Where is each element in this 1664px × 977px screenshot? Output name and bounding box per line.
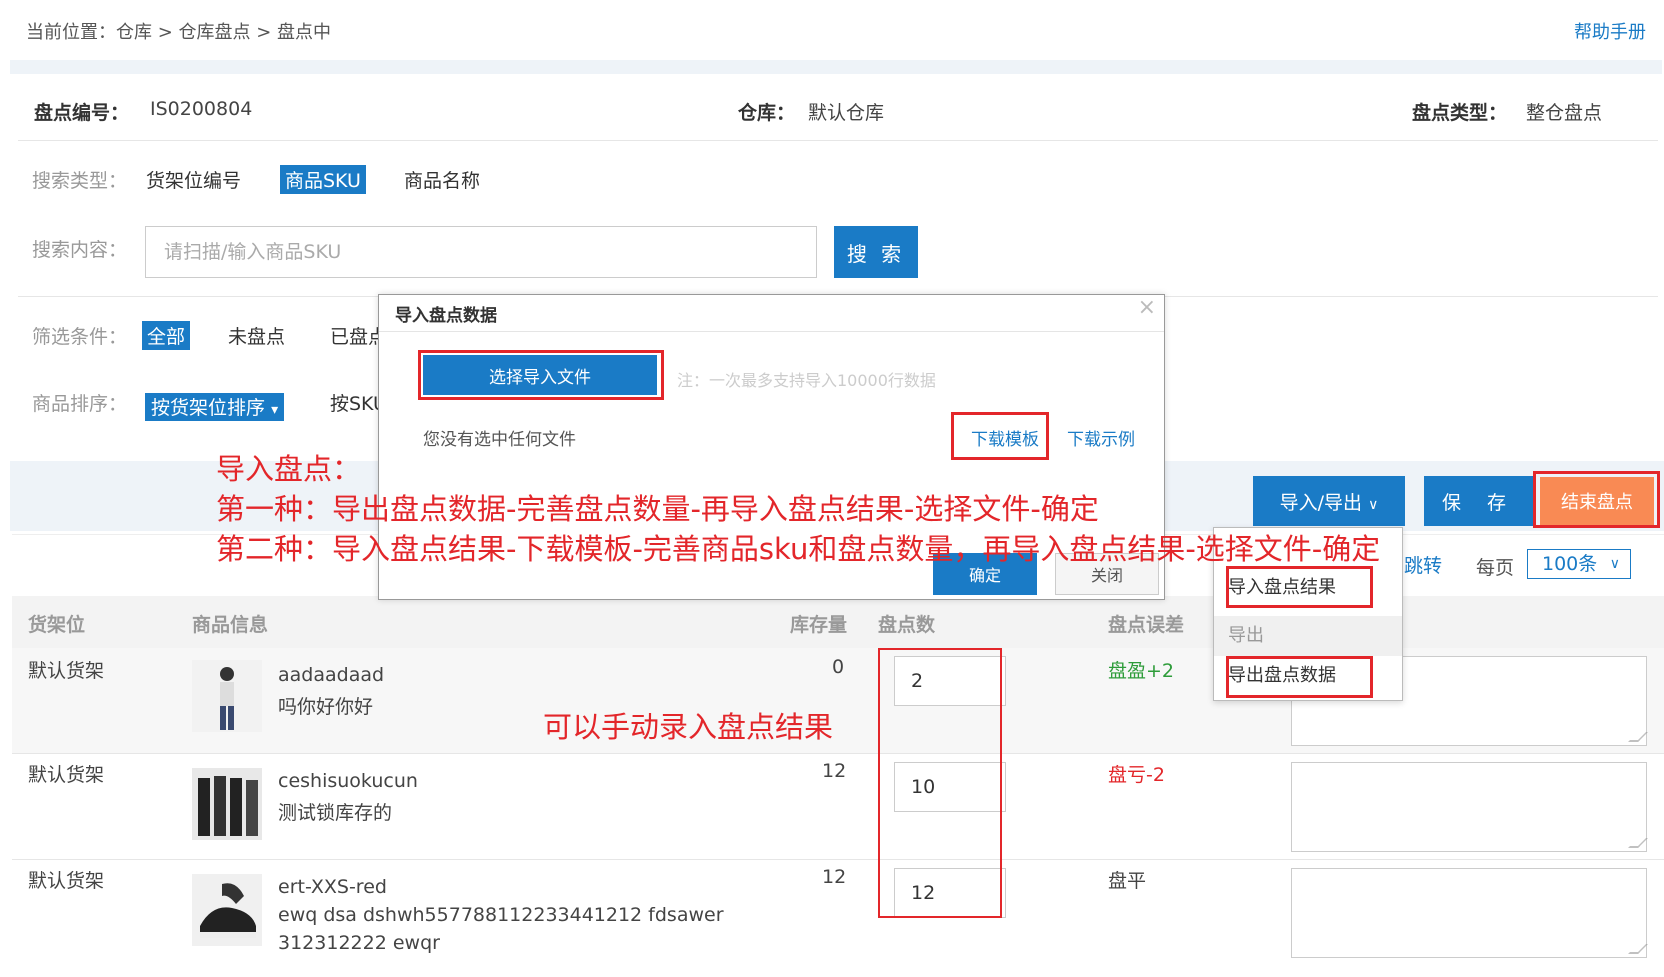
annotation-method-1: 第一种：导出盘点数据-完善盘点数量-再导入盘点结果-选择文件-确定 <box>216 492 1099 526</box>
search-button[interactable]: 搜 索 <box>834 226 918 278</box>
col-shelf: 货架位 <box>28 614 86 636</box>
product-name-cont: 312312222 ewqr <box>278 932 440 954</box>
shelf-cell: 默认货架 <box>28 764 105 786</box>
product-image-icon <box>192 660 262 732</box>
product-image-icon <box>192 874 262 946</box>
table-header: 货架位 商品信息 库存量 盘点数 盘点误差 <box>12 596 1664 648</box>
product-sku: ert-XXS-red <box>278 876 387 898</box>
col-stock: 库存量 <box>790 614 848 636</box>
product-name: ewq dsa dshwh557788112233441212 fdsawer <box>278 904 724 926</box>
filter-all[interactable]: 全部 <box>142 321 191 350</box>
product-thumbnail <box>192 874 262 946</box>
stocktake-info-row: 盘点编号： IS0200804 仓库： 默认仓库 盘点类型： 整仓盘点 <box>0 90 1664 134</box>
stock-qty: 0 <box>832 656 845 678</box>
annotation-title: 导入盘点： <box>216 452 362 486</box>
resize-grip-icon[interactable] <box>1628 732 1648 742</box>
shelf-cell: 默认货架 <box>28 660 105 682</box>
chevron-down-icon: ∨ <box>1368 496 1379 513</box>
product-sku: ceshisuokucun <box>278 770 418 792</box>
close-icon[interactable]: × <box>1138 295 1156 320</box>
chevron-down-icon: ▾ <box>271 402 279 418</box>
resize-grip-icon[interactable] <box>1628 944 1648 954</box>
search-input[interactable] <box>145 226 817 278</box>
product-sku: aadaadaad <box>278 664 385 686</box>
highlight-box-export-data <box>1226 656 1373 698</box>
col-product: 商品信息 <box>192 614 269 636</box>
sort-selected: 按货架位排序 <box>151 397 266 419</box>
import-export-button[interactable]: 导入/导出 ∨ <box>1253 476 1405 526</box>
highlight-box-choose-file <box>418 350 664 400</box>
no-file-selected-text: 您没有选中任何文件 <box>423 430 576 450</box>
top-bar: 当前位置：仓库 > 仓库盘点 > 盘点中 帮助手册 <box>0 0 1664 62</box>
download-example-link[interactable]: 下载示例 <box>1067 425 1135 450</box>
filter-unchecked[interactable]: 未盘点 <box>228 322 285 349</box>
search-content-label: 搜索内容： <box>32 239 128 261</box>
import-limit-note: 注：一次最多支持导入10000行数据 <box>677 371 936 390</box>
page-size-value: 100条 <box>1542 553 1598 575</box>
product-name: 测试锁库存的 <box>278 802 393 824</box>
sort-select[interactable]: 按货架位排序 ▾ <box>145 393 285 421</box>
search-type-sku[interactable]: 商品SKU <box>280 165 366 194</box>
top-divider-strip <box>10 60 1662 74</box>
highlight-box-download-template <box>951 412 1049 460</box>
pager-per-page-label: 每页 <box>1476 557 1515 579</box>
highlight-box-count-column <box>878 648 1002 918</box>
shelf-cell: 默认货架 <box>28 870 105 892</box>
menu-group-export: 导出 <box>1214 616 1402 656</box>
highlight-box-import-result <box>1226 566 1373 608</box>
dialog-divider <box>379 331 1164 332</box>
import-export-label: 导入/导出 <box>1279 491 1363 514</box>
page: 当前位置：仓库 > 仓库盘点 > 盘点中 帮助手册 盘点编号： IS020080… <box>0 0 1664 977</box>
table-row: 默认货架 aadaadaad 吗你好你好 0 2 盘盈+2 <box>12 648 1664 754</box>
stocktake-no-label: 盘点编号： <box>34 102 130 124</box>
col-diff: 盘点误差 <box>1108 614 1185 636</box>
sort-label: 商品排序： <box>32 393 128 415</box>
annotation-manual-entry: 可以手动录入盘点结果 <box>543 710 834 744</box>
warehouse-value: 默认仓库 <box>808 102 885 124</box>
search-type-label: 搜索类型： <box>32 170 128 192</box>
stock-qty: 12 <box>822 866 847 888</box>
pager-jump-link[interactable]: 跳转 <box>1404 551 1442 578</box>
filter-label: 筛选条件： <box>32 326 128 348</box>
stocktake-type-value: 整仓盘点 <box>1526 102 1603 124</box>
diff-value: 盘平 <box>1108 870 1147 892</box>
page-size-select[interactable]: 100条 ∨ <box>1527 549 1631 579</box>
search-type-name[interactable]: 商品名称 <box>404 166 480 193</box>
stocktake-type-label: 盘点类型： <box>1412 102 1508 124</box>
diff-value: 盘亏-2 <box>1108 764 1165 786</box>
table-row: 默认货架 ceshisuokucun 测试锁库存的 12 10 盘亏-2 <box>12 754 1664 860</box>
remark-textarea[interactable] <box>1291 868 1648 958</box>
stock-qty: 12 <box>822 760 847 782</box>
remark-textarea[interactable] <box>1291 762 1648 852</box>
table-row: 默认货架 ert-XXS-red ewq dsa dshwh5577881122… <box>12 860 1664 977</box>
warehouse-label: 仓库： <box>738 102 796 124</box>
highlight-box-finish <box>1533 471 1660 528</box>
search-type-shelf[interactable]: 货架位编号 <box>146 166 241 193</box>
breadcrumb: 当前位置：仓库 > 仓库盘点 > 盘点中 <box>26 22 332 43</box>
save-button[interactable]: 保 存 <box>1424 476 1534 526</box>
help-manual-link[interactable]: 帮助手册 <box>1574 18 1646 44</box>
chevron-down-icon: ∨ <box>1609 556 1620 572</box>
stocktake-no-value: IS0200804 <box>150 98 253 120</box>
product-image-icon <box>192 768 262 840</box>
product-thumbnail <box>192 768 262 840</box>
divider <box>18 140 1658 141</box>
resize-grip-icon[interactable] <box>1628 838 1648 848</box>
col-count: 盘点数 <box>878 614 936 636</box>
annotation-method-2: 第二种：导入盘点结果-下载模板-完善商品sku和盘点数量，再导入盘点结果-选择文… <box>216 532 1381 566</box>
diff-value: 盘盈+2 <box>1108 660 1175 682</box>
dialog-title: 导入盘点数据 <box>395 306 497 326</box>
product-thumbnail <box>192 660 262 732</box>
product-name: 吗你好你好 <box>278 696 374 718</box>
